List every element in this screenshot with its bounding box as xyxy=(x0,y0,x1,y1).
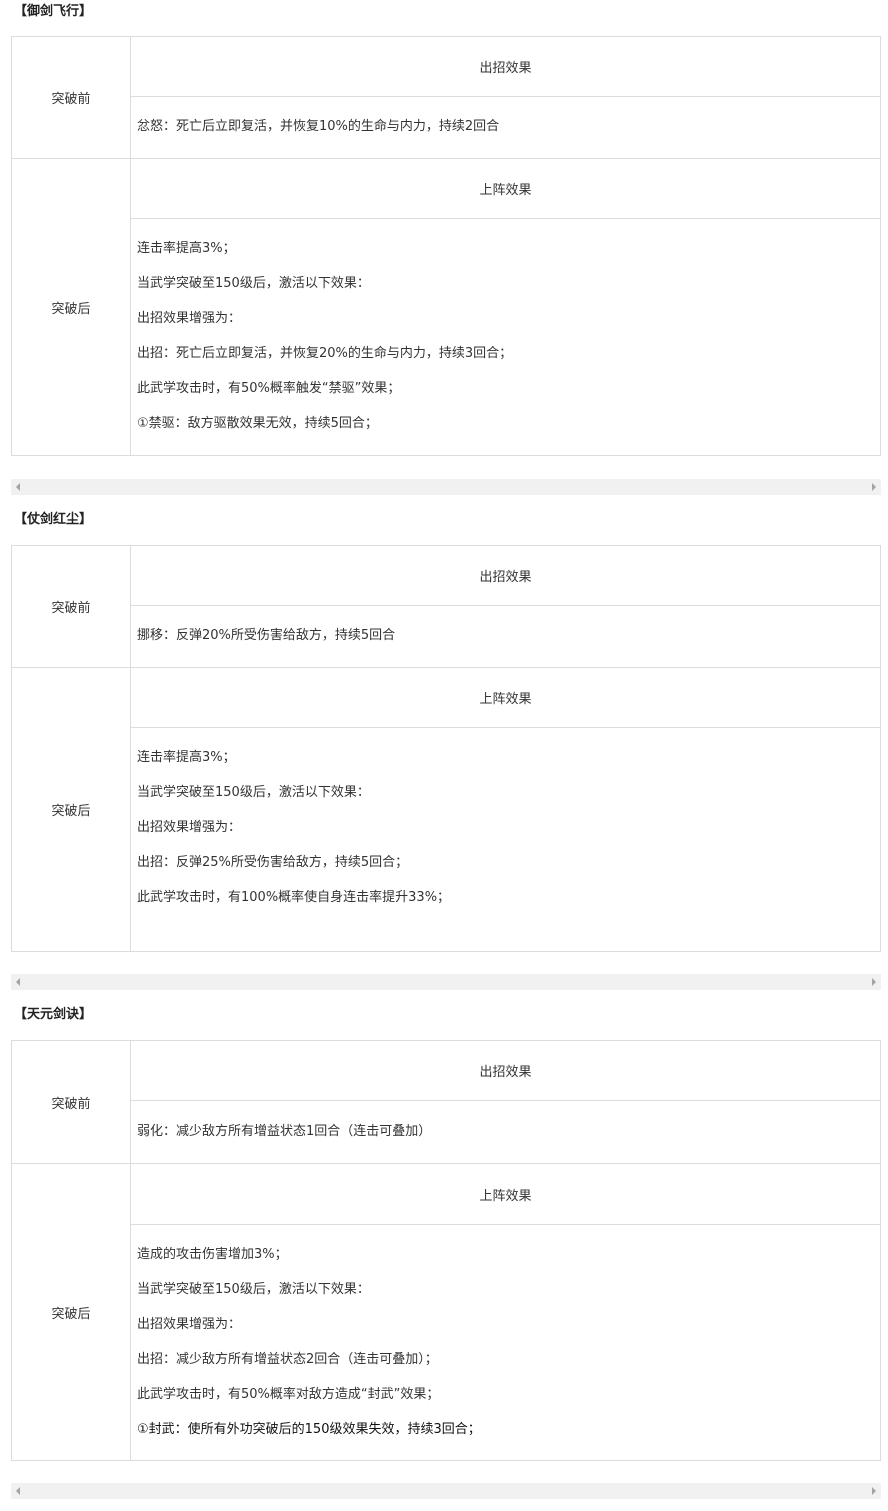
content-line: 当武学突破至150级后，激活以下效果： xyxy=(137,785,370,800)
table-row-before: 突破前 出招效果 弱化：减少敌方所有增益状态1回合（连击可叠加） xyxy=(12,1041,880,1164)
content-cell: 造成的攻击伤害增加3%； 当武学突破至150级后，激活以下效果： 出招效果增强为… xyxy=(131,1225,880,1460)
content-cell: 忿怒：死亡后立即复活，并恢复10%的生命与内力，持续2回合 xyxy=(131,97,880,158)
content-line: 出招：死亡后立即复活，并恢复20%的生命与内力，持续3回合； xyxy=(137,346,513,361)
table-row-after: 突破后 上阵效果 造成的攻击伤害增加3%； 当武学突破至150级后，激活以下效果… xyxy=(12,1164,880,1460)
content-cell: 连击率提高3%； 当武学突破至150级后，激活以下效果： 出招效果增强为： 出招… xyxy=(131,219,880,455)
content-cell: 挪移：反弹20%所受伤害给敌方，持续5回合 xyxy=(131,606,880,667)
content-line: 出招效果增强为： xyxy=(137,311,242,326)
header-cell: 出招效果 xyxy=(131,1041,880,1101)
scroll-left-icon[interactable] xyxy=(16,978,20,986)
content-line: 出招：反弹25%所受伤害给敌方，持续5回合； xyxy=(137,855,409,870)
header-cell: 出招效果 xyxy=(131,546,880,606)
content-line: ①禁驱：敌方驱散效果无效，持续5回合； xyxy=(137,416,378,431)
content-line: 忿怒：死亡后立即复活，并恢复10%的生命与内力，持续2回合 xyxy=(137,119,500,134)
content-cell: 弱化：减少敌方所有增益状态1回合（连击可叠加） xyxy=(131,1102,880,1163)
scroll-right-icon[interactable] xyxy=(872,978,876,986)
section-title: 【仗剑红尘】 xyxy=(14,512,93,527)
content-line: 连击率提高3%； xyxy=(137,750,236,765)
section-title: 【御剑飞行】 xyxy=(14,4,93,19)
header-cell: 上阵效果 xyxy=(131,1164,880,1225)
skill-table: 突破前 出招效果 弱化：减少敌方所有增益状态1回合（连击可叠加） 突破后 上阵效… xyxy=(11,1040,881,1461)
header-cell: 上阵效果 xyxy=(131,159,880,219)
content-line: 挪移：反弹20%所受伤害给敌方，持续5回合 xyxy=(137,628,396,643)
table-row-after: 突破后 上阵效果 连击率提高3%； 当武学突破至150级后，激活以下效果： 出招… xyxy=(12,668,880,951)
scroll-right-icon[interactable] xyxy=(872,1487,876,1495)
content-line: 出招：减少敌方所有增益状态2回合（连击可叠加）； xyxy=(137,1352,438,1367)
row-label-before: 突破前 xyxy=(12,37,131,158)
header-cell: 出招效果 xyxy=(131,37,880,97)
header-cell: 上阵效果 xyxy=(131,668,880,728)
skill-table: 突破前 出招效果 挪移：反弹20%所受伤害给敌方，持续5回合 突破后 上阵效果 … xyxy=(11,545,881,952)
scroll-left-icon[interactable] xyxy=(16,1487,20,1495)
table-row-after: 突破后 上阵效果 连击率提高3%； 当武学突破至150级后，激活以下效果： 出招… xyxy=(12,159,880,455)
content-cell: 连击率提高3%； 当武学突破至150级后，激活以下效果： 出招效果增强为： 出招… xyxy=(131,728,880,951)
table-row-before: 突破前 出招效果 忿怒：死亡后立即复活，并恢复10%的生命与内力，持续2回合 xyxy=(12,37,880,159)
row-label-before: 突破前 xyxy=(12,546,131,667)
content-line: 当武学突破至150级后，激活以下效果： xyxy=(137,1282,370,1297)
content-line: 出招效果增强为： xyxy=(137,820,242,835)
content-line: 出招效果增强为： xyxy=(137,1317,242,1332)
row-label-after: 突破后 xyxy=(12,668,131,951)
scroll-left-icon[interactable] xyxy=(16,483,20,491)
row-label-after: 突破后 xyxy=(12,159,131,455)
content-line: 当武学突破至150级后，激活以下效果： xyxy=(137,276,370,291)
content-line: 连击率提高3%； xyxy=(137,241,236,256)
section-title: 【天元剑诀】 xyxy=(14,1007,93,1022)
row-label-after: 突破后 xyxy=(12,1164,131,1460)
table-row-before: 突破前 出招效果 挪移：反弹20%所受伤害给敌方，持续5回合 xyxy=(12,546,880,668)
horizontal-scrollbar[interactable] xyxy=(11,974,881,990)
horizontal-scrollbar[interactable] xyxy=(11,1483,881,1499)
content-line: ①封武：使所有外功突破后的150级效果失效，持续3回合； xyxy=(137,1422,481,1437)
content-line: 弱化：减少敌方所有增益状态1回合（连击可叠加） xyxy=(137,1124,432,1139)
content-line: 造成的攻击伤害增加3%； xyxy=(137,1247,288,1262)
horizontal-scrollbar[interactable] xyxy=(11,479,881,495)
content-line: 此武学攻击时，有50%概率对敌方造成“封武”效果； xyxy=(137,1387,440,1402)
content-line: 此武学攻击时，有100%概率使自身连击率提升33%； xyxy=(137,890,451,905)
scroll-right-icon[interactable] xyxy=(872,483,876,491)
content-line: 此武学攻击时，有50%概率触发“禁驱”效果； xyxy=(137,381,401,396)
skill-table: 突破前 出招效果 忿怒：死亡后立即复活，并恢复10%的生命与内力，持续2回合 突… xyxy=(11,36,881,456)
row-label-before: 突破前 xyxy=(12,1041,131,1163)
